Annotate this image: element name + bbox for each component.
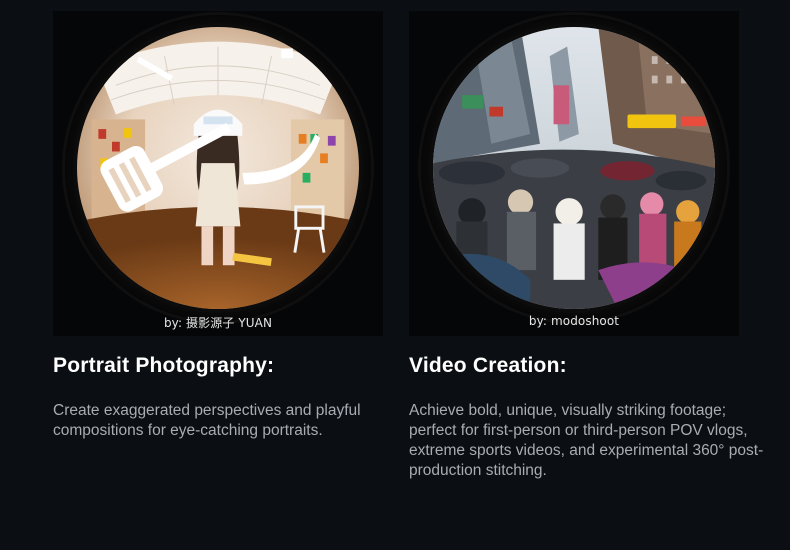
photo-credit: by: modoshoot [528, 314, 620, 328]
video-description: Achieve bold, unique, visually striking … [409, 402, 764, 479]
fisheye-portrait-image [73, 23, 363, 313]
video-card: by: modoshoot [409, 11, 739, 336]
portrait-photo: by: 摄影源子 YUAN [53, 11, 383, 336]
video-title: Video Creation: [409, 354, 567, 377]
photo-credit: by: 摄影源子 YUAN [163, 316, 273, 330]
video-photo: by: modoshoot [409, 11, 739, 336]
portrait-description: Create exaggerated perspectives and play… [53, 402, 361, 439]
portrait-illustration [77, 27, 359, 309]
fisheye-street-image [429, 23, 719, 313]
portrait-card: by: 摄影源子 YUAN [53, 11, 383, 336]
street-illustration [433, 27, 715, 309]
portrait-title: Portrait Photography: [53, 354, 275, 377]
